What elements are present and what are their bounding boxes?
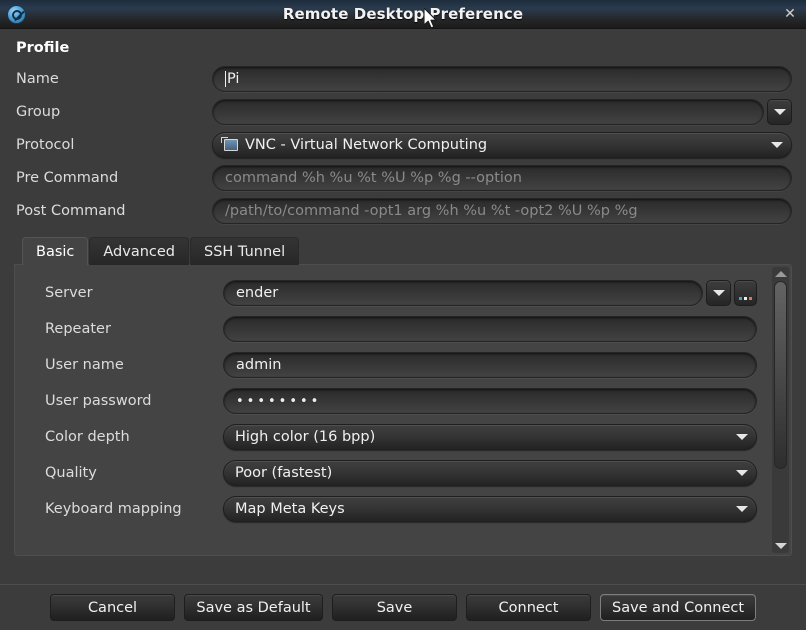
vertical-scrollbar[interactable] (772, 267, 789, 553)
tab-ssh-tunnel[interactable]: SSH Tunnel (190, 237, 299, 265)
post-command-input[interactable]: /path/to/command -opt1 arg %h %u %t -opt… (212, 198, 792, 224)
scroll-down-arrow-icon[interactable] (775, 543, 787, 549)
chevron-down-icon (774, 109, 786, 115)
label-user-name: User name (33, 357, 223, 373)
label-server: Server (33, 285, 223, 301)
save-as-default-button[interactable]: Save as Default (184, 594, 323, 621)
color-depth-select[interactable]: High color (16 bpp) (223, 424, 757, 450)
settings-notebook: Basic Advanced SSH Tunnel Server ender (14, 235, 792, 556)
group-input[interactable] (212, 99, 764, 125)
connect-button[interactable]: Connect (466, 594, 591, 621)
pre-command-input[interactable]: command %h %u %t %U %p %g --option (212, 165, 792, 191)
dialog-button-bar: Cancel Save as Default Save Connect Save… (0, 584, 806, 630)
dialog-body: Profile Name Pi Group Protocol VNC - Vir… (0, 29, 806, 584)
color-depth-value: High color (16 bpp) (235, 429, 730, 445)
tab-panel-basic: Server ender Repeater (14, 264, 792, 556)
label-repeater: Repeater (33, 321, 223, 337)
name-input-value: Pi (227, 71, 239, 87)
close-icon[interactable]: ✕ (780, 4, 800, 24)
keyboard-mapping-value: Map Meta Keys (235, 501, 730, 517)
group-dropdown-button[interactable] (767, 99, 792, 125)
dot-icon (739, 297, 742, 300)
profile-row-protocol: Protocol VNC - Virtual Network Computing (14, 131, 792, 159)
quality-value: Poor (fastest) (235, 465, 730, 481)
user-password-input[interactable]: •••••••• (223, 388, 757, 414)
server-dropdown-button[interactable] (706, 280, 731, 306)
label-pre-command: Pre Command (14, 170, 212, 186)
window-title: Remote Desktop Preference (0, 5, 806, 23)
label-group: Group (14, 104, 212, 120)
server-browse-button[interactable] (734, 280, 757, 306)
label-protocol: Protocol (14, 137, 212, 153)
repeater-input[interactable] (223, 316, 757, 342)
label-post-command: Post Command (14, 203, 212, 219)
basic-row-quality: Quality Poor (fastest) (33, 459, 757, 487)
protocol-select[interactable]: VNC - Virtual Network Computing (212, 132, 792, 158)
password-masked-value: •••••••• (236, 394, 321, 409)
tab-strip: Basic Advanced SSH Tunnel (14, 235, 792, 265)
monitor-icon (224, 139, 238, 151)
basic-row-user-name: User name admin (33, 351, 757, 379)
profile-row-post-command: Post Command /path/to/command -opt1 arg … (14, 197, 792, 225)
label-color-depth: Color depth (33, 429, 223, 445)
chevron-down-icon (713, 290, 725, 296)
text-caret (225, 71, 226, 87)
profile-section-title: Profile (16, 40, 792, 56)
protocol-select-value: VNC - Virtual Network Computing (245, 137, 765, 153)
dot-icon (749, 297, 752, 300)
remmina-logo-icon (7, 5, 26, 24)
chevron-down-icon (736, 470, 748, 476)
tab-advanced[interactable]: Advanced (89, 237, 189, 265)
basic-row-repeater: Repeater (33, 315, 757, 343)
basic-row-keyboard-mapping: Keyboard mapping Map Meta Keys (33, 495, 757, 523)
scrollbar-track[interactable] (774, 281, 787, 539)
cancel-button[interactable]: Cancel (50, 594, 175, 621)
basic-row-server: Server ender (33, 279, 757, 307)
scroll-up-arrow-icon[interactable] (775, 271, 787, 277)
remote-desktop-preference-window: Remote Desktop Preference ✕ Profile Name… (0, 0, 806, 630)
keyboard-mapping-select[interactable]: Map Meta Keys (223, 496, 757, 522)
profile-row-name: Name Pi (14, 65, 792, 93)
chevron-down-icon (736, 506, 748, 512)
title-bar: Remote Desktop Preference ✕ (0, 0, 806, 29)
server-input[interactable]: ender (223, 280, 703, 306)
chevron-down-icon (771, 142, 783, 148)
name-input[interactable]: Pi (212, 66, 792, 92)
basic-row-color-depth: Color depth High color (16 bpp) (33, 423, 757, 451)
user-name-input[interactable]: admin (223, 352, 757, 378)
profile-row-group: Group (14, 98, 792, 126)
label-quality: Quality (33, 465, 223, 481)
label-name: Name (14, 71, 212, 87)
scrollbar-thumb[interactable] (774, 281, 787, 469)
profile-row-pre-command: Pre Command command %h %u %t %U %p %g --… (14, 164, 792, 192)
label-keyboard-mapping: Keyboard mapping (33, 501, 223, 517)
basic-row-user-password: User password •••••••• (33, 387, 757, 415)
label-user-password: User password (33, 393, 223, 409)
save-button[interactable]: Save (332, 594, 457, 621)
chevron-down-icon (736, 434, 748, 440)
dot-icon (744, 297, 747, 300)
quality-select[interactable]: Poor (fastest) (223, 460, 757, 486)
save-and-connect-button[interactable]: Save and Connect (600, 594, 756, 621)
tab-basic[interactable]: Basic (22, 237, 88, 265)
